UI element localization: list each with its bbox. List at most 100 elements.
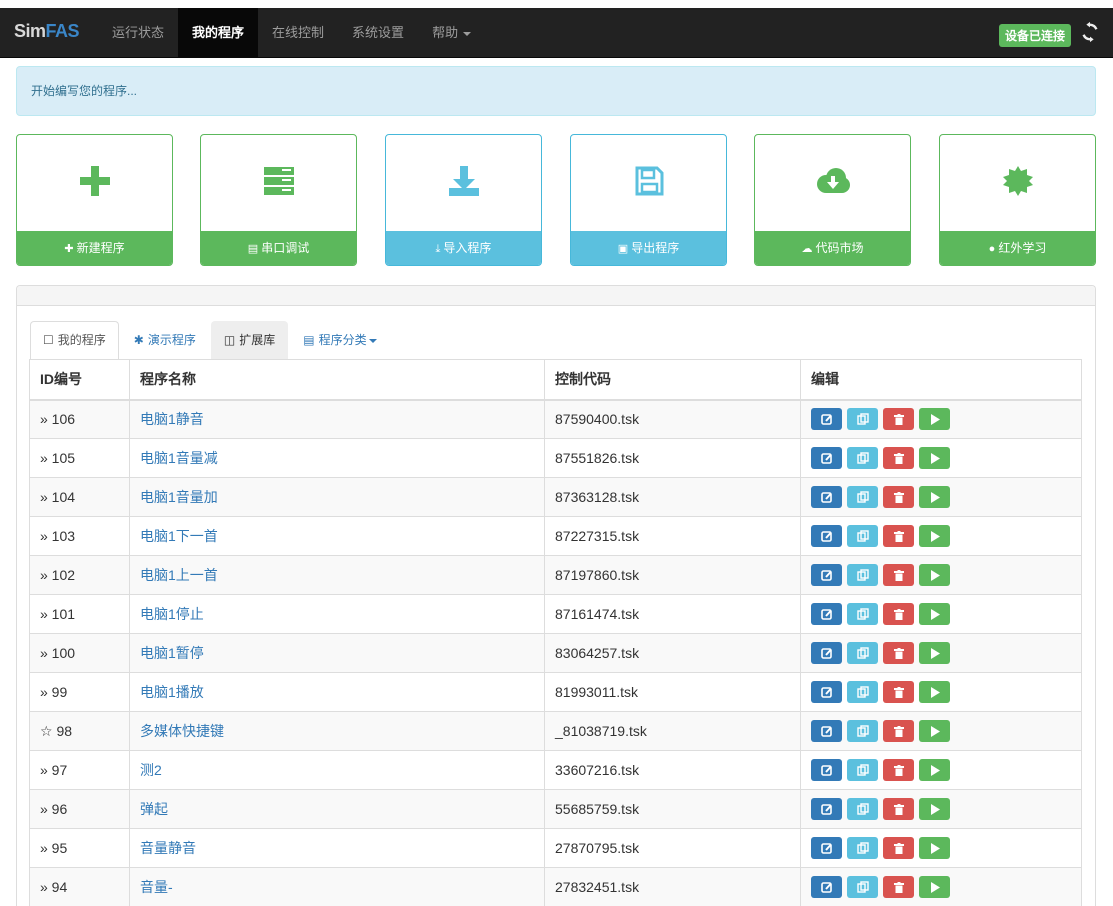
brand-logo[interactable]: SimFAS: [14, 21, 80, 42]
export-program-tile[interactable]: ▣ 导出程序: [570, 134, 727, 266]
run-button[interactable]: [919, 447, 950, 469]
edit-button[interactable]: [811, 603, 842, 625]
run-button[interactable]: [919, 798, 950, 820]
edit-button[interactable]: [811, 642, 842, 664]
nav-item-settings[interactable]: 系统设置: [338, 8, 418, 58]
program-code: 83064257.tsk: [544, 633, 801, 673]
edit-button[interactable]: [811, 681, 842, 703]
nav-item-my-programs[interactable]: 我的程序: [178, 8, 259, 58]
table-row: » 95 音量静音 27870795.tsk: [29, 828, 1082, 868]
edit-button[interactable]: [811, 798, 842, 820]
program-name-link[interactable]: 电脑1上一首: [129, 555, 545, 595]
edit-button[interactable]: [811, 408, 842, 431]
edit-button[interactable]: [811, 447, 842, 469]
copy-button[interactable]: [847, 720, 878, 742]
copy-icon: [856, 569, 869, 581]
run-button[interactable]: [919, 837, 950, 859]
tab-extension-library[interactable]: ◫ 扩展库: [210, 321, 289, 360]
nav-item-status[interactable]: 运行状态: [98, 8, 178, 58]
column-header-name[interactable]: 程序名称: [129, 359, 545, 401]
delete-button[interactable]: [883, 447, 914, 469]
tab-demo-programs[interactable]: ✱ 演示程序: [121, 321, 209, 360]
run-button[interactable]: [919, 408, 950, 431]
edit-button[interactable]: [811, 486, 842, 508]
copy-button[interactable]: [847, 681, 878, 703]
delete-button[interactable]: [883, 798, 914, 820]
program-name-link[interactable]: 多媒体快捷键: [129, 711, 545, 751]
play-icon: [930, 803, 940, 815]
program-code: 81993011.tsk: [544, 672, 801, 712]
program-name-link[interactable]: 弹起: [129, 789, 545, 829]
run-button[interactable]: [919, 876, 950, 898]
run-button[interactable]: [919, 603, 950, 625]
edit-button[interactable]: [811, 525, 842, 547]
delete-button[interactable]: [883, 876, 914, 898]
copy-button[interactable]: [847, 603, 878, 625]
run-button[interactable]: [919, 720, 950, 742]
row-actions: [800, 594, 1082, 634]
run-button[interactable]: [919, 642, 950, 664]
program-name-link[interactable]: 测2: [129, 750, 545, 790]
program-name-link[interactable]: 电脑1音量加: [129, 477, 545, 517]
delete-button[interactable]: [883, 408, 914, 431]
delete-button[interactable]: [883, 603, 914, 625]
copy-button[interactable]: [847, 798, 878, 820]
delete-button[interactable]: [883, 486, 914, 508]
run-button[interactable]: [919, 525, 950, 547]
copy-button[interactable]: [847, 876, 878, 898]
copy-button[interactable]: [847, 525, 878, 547]
program-id: » 95: [29, 828, 130, 868]
delete-button[interactable]: [883, 681, 914, 703]
program-name-link[interactable]: 电脑1播放: [129, 672, 545, 712]
delete-button[interactable]: [883, 759, 914, 781]
program-name-link[interactable]: 电脑1暂停: [129, 633, 545, 673]
column-header-code[interactable]: 控制代码: [544, 359, 801, 401]
copy-button[interactable]: [847, 642, 878, 664]
delete-button[interactable]: [883, 525, 914, 547]
tab-program-category[interactable]: ▤ 程序分类: [290, 321, 389, 360]
program-name-link[interactable]: 电脑1下一首: [129, 516, 545, 556]
edit-button[interactable]: [811, 720, 842, 742]
run-button[interactable]: [919, 681, 950, 703]
edit-button[interactable]: [811, 837, 842, 859]
serial-debug-tile[interactable]: ▤ 串口调试: [200, 134, 357, 266]
ir-learning-tile[interactable]: ● 红外学习: [939, 134, 1096, 266]
program-name-link[interactable]: 电脑1停止: [129, 594, 545, 634]
import-program-tile[interactable]: ⤓ 导入程序: [385, 134, 542, 266]
nav-item-online-control[interactable]: 在线控制: [258, 8, 338, 58]
program-name-link[interactable]: 音量-: [129, 867, 545, 906]
delete-button[interactable]: [883, 564, 914, 586]
run-button[interactable]: [919, 564, 950, 586]
copy-button[interactable]: [847, 837, 878, 859]
delete-button[interactable]: [883, 642, 914, 664]
program-name-link[interactable]: 电脑1音量减: [129, 438, 545, 478]
copy-button[interactable]: [847, 759, 878, 781]
run-button[interactable]: [919, 486, 950, 508]
tab-my-programs[interactable]: ☐ 我的程序: [30, 321, 119, 360]
run-button[interactable]: [919, 759, 950, 781]
cloud-download-icon: ☁: [801, 243, 813, 255]
refresh-icon[interactable]: [1079, 21, 1101, 43]
edit-button[interactable]: [811, 759, 842, 781]
copy-button[interactable]: [847, 447, 878, 469]
edit-button[interactable]: [811, 876, 842, 898]
list-icon: ▤: [303, 333, 315, 347]
trash-icon: [893, 725, 904, 737]
copy-button[interactable]: [847, 564, 878, 586]
edit-button[interactable]: [811, 564, 842, 586]
column-header-id[interactable]: ID编号: [29, 359, 130, 401]
table-row: » 99 电脑1播放 81993011.tsk: [29, 672, 1082, 712]
copy-icon: [856, 686, 869, 698]
cloud-download-icon: [755, 161, 910, 201]
floppy-icon: ▣: [617, 243, 629, 255]
code-market-tile[interactable]: ☁ 代码市场: [754, 134, 911, 266]
program-name-link[interactable]: 电脑1静音: [129, 399, 545, 439]
copy-button[interactable]: [847, 408, 878, 431]
delete-button[interactable]: [883, 720, 914, 742]
program-name-link[interactable]: 音量静音: [129, 828, 545, 868]
nav-item-help[interactable]: 帮助: [418, 8, 485, 58]
table-row: » 94 音量- 27832451.tsk: [29, 867, 1082, 906]
copy-button[interactable]: [847, 486, 878, 508]
delete-button[interactable]: [883, 837, 914, 859]
new-program-tile[interactable]: ✚ 新建程序: [16, 134, 173, 266]
